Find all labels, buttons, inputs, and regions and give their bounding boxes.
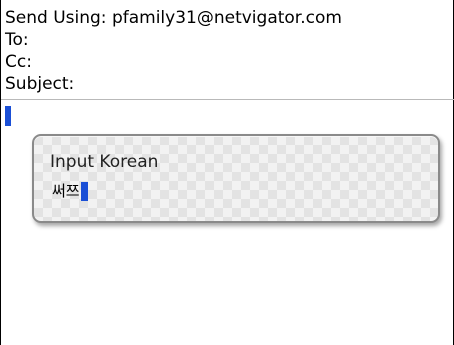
cc-label: Cc: bbox=[5, 52, 32, 72]
cut-off-top-text bbox=[1, 0, 454, 5]
subject-field[interactable]: Subject: bbox=[5, 74, 74, 94]
email-compose-screen: Send Using: pfamily31@netvigator.com To:… bbox=[0, 0, 454, 345]
send-using-label: Send Using: bbox=[5, 8, 107, 28]
to-field[interactable]: To: bbox=[5, 30, 29, 50]
header-divider bbox=[1, 99, 454, 100]
input-korean-dialog[interactable]: Input Korean 써쯔 bbox=[32, 134, 440, 223]
body-text-caret[interactable] bbox=[5, 106, 11, 126]
subject-label: Subject: bbox=[5, 74, 75, 94]
korean-input-text: 써쯔 bbox=[52, 182, 80, 200]
input-caret bbox=[80, 181, 88, 201]
send-using-field[interactable]: Send Using: pfamily31@netvigator.com bbox=[5, 8, 342, 28]
dialog-title: Input Korean bbox=[50, 152, 159, 172]
cc-field[interactable]: Cc: bbox=[5, 52, 32, 72]
to-label: To: bbox=[5, 30, 29, 50]
send-using-value: pfamily31@netvigator.com bbox=[111, 8, 342, 28]
korean-input-field[interactable]: 써쯔 bbox=[52, 180, 88, 202]
